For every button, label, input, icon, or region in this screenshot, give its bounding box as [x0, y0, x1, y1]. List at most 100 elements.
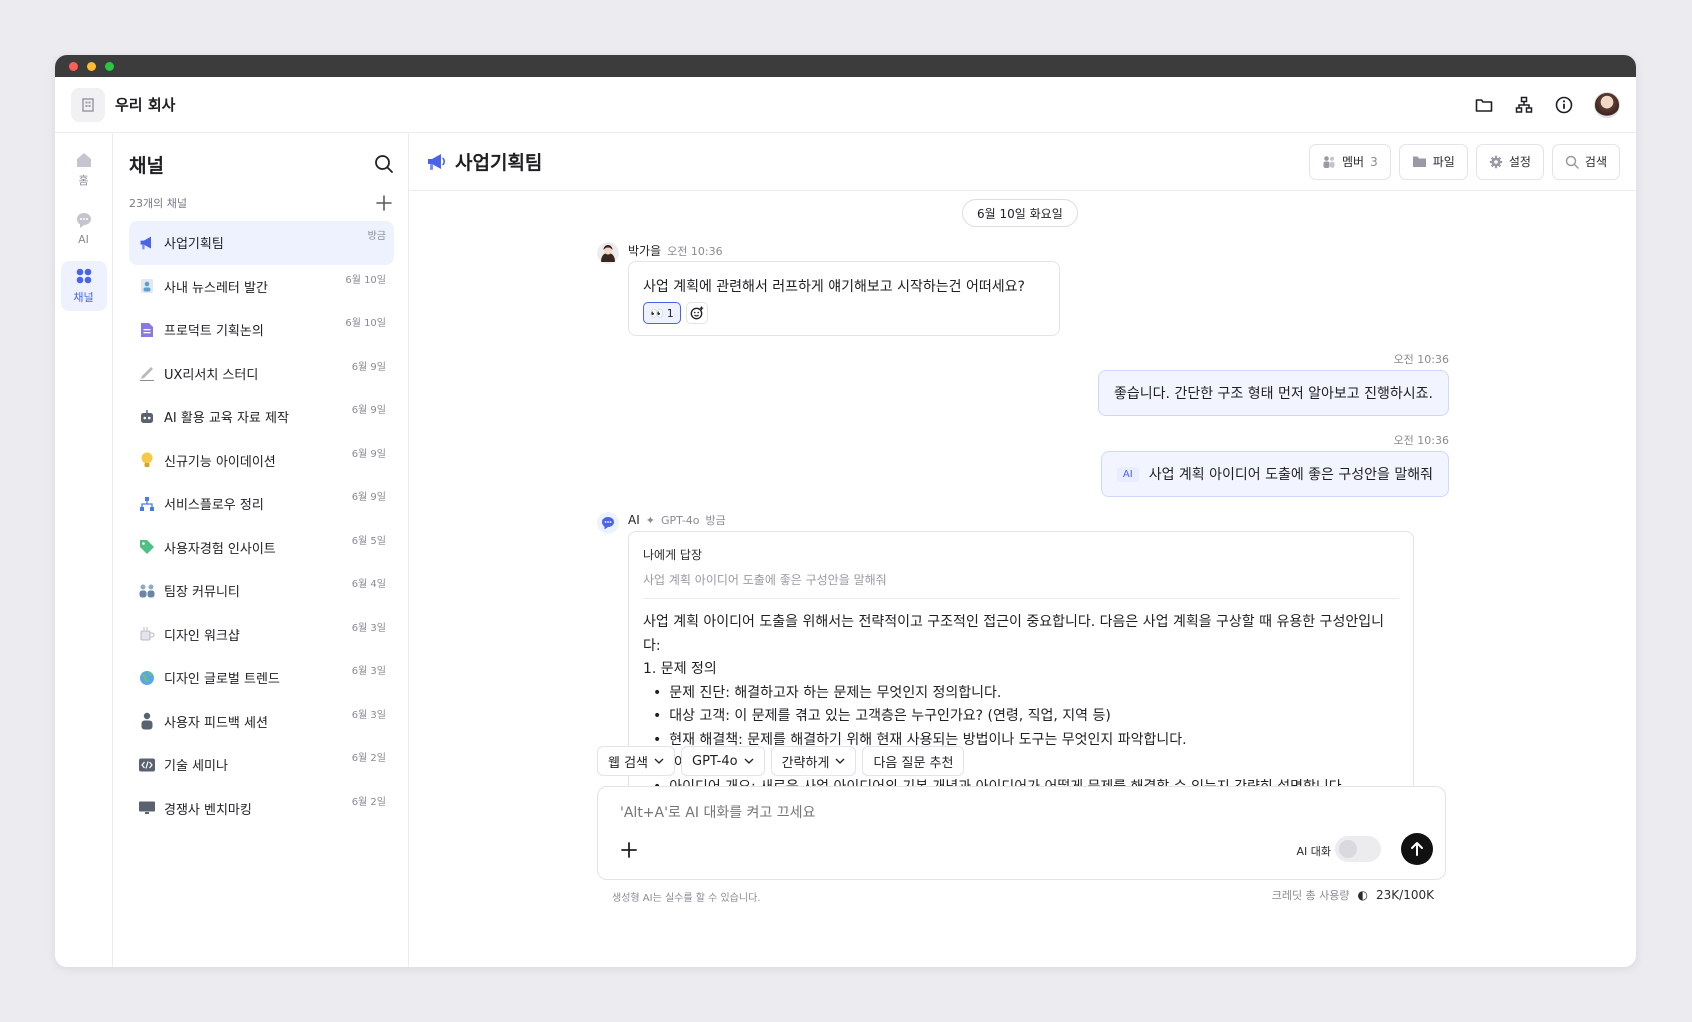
- message-text: 사업 계획 아이디어 도출에 좋은 구성안을 말해줘: [1148, 467, 1433, 483]
- channel-name: 기술 세미나: [164, 759, 228, 775]
- channel-date: 6월 9일: [351, 492, 386, 503]
- date-divider: 6월 10일 화요일: [962, 199, 1078, 227]
- ai-chat-toggle[interactable]: [1335, 836, 1381, 862]
- person-icon: [138, 712, 156, 730]
- sender-name: 박가을: [628, 244, 662, 258]
- message-text: 좋습니다. 간단한 구조 형태 먼저 알아보고 진행하시죠.: [1114, 386, 1433, 402]
- search-button[interactable]: 검색: [1551, 143, 1620, 180]
- channel-item[interactable]: 프로덕트 기획논의 6월 10일: [129, 308, 394, 352]
- channel-name: 디자인 글로벌 트렌드: [164, 672, 280, 688]
- channel-name: 신규기능 아이데이션: [164, 454, 276, 470]
- chevron-down-icon: [744, 758, 754, 764]
- info-icon[interactable]: [1554, 95, 1574, 115]
- ai-badge: AI: [1116, 466, 1139, 482]
- channel-list: 사업기획팀 방금 사내 뉴스레터 발간 6월 10일 프로덕트 기획논의 6월 10일 UX…: [129, 221, 394, 830]
- sender-avatar[interactable]: [597, 242, 619, 264]
- reply-quote: 사업 계획 아이디어 도출에 좋은 구성안을 말해줘: [643, 571, 1399, 599]
- composer-toolbar: 웹 검색 GPT-4o 간략하게 다음 질문 추천: [597, 746, 965, 776]
- channel-date: 6월 10일: [345, 318, 386, 329]
- message-bubble: 사업 계획에 관련해서 러프하게 얘기해보고 시작하는건 어떠세요? 👀 1: [628, 261, 1060, 336]
- files-button[interactable]: 파일: [1398, 143, 1468, 180]
- channel-item[interactable]: UX리서치 스터디 6월 9일: [129, 352, 394, 396]
- send-button[interactable]: [1401, 833, 1433, 865]
- channel-item[interactable]: 디자인 워크샵 6월 3일: [129, 613, 394, 657]
- sparkle-icon: ✦: [645, 513, 655, 527]
- folder-icon[interactable]: [1474, 95, 1494, 115]
- ai-bullet: 대상 고객: 이 문제를 겪고 있는 고객층은 누구인가요? (연령, 직업, …: [653, 705, 1399, 729]
- chevron-down-icon: [654, 758, 664, 764]
- grid-dots-icon: [76, 268, 91, 284]
- channel-item[interactable]: 팀장 커뮤니티 6월 4일: [129, 569, 394, 613]
- model-dropdown[interactable]: GPT-4o: [681, 746, 765, 776]
- length-dropdown[interactable]: 간략하게: [770, 746, 857, 776]
- message-outgoing-ai-prompt: AI 사업 계획 아이디어 도출에 좋은 구성안을 말해줘: [1100, 451, 1449, 497]
- reply-label: 나에게 답장: [643, 548, 703, 562]
- channel-name: 서비스플로우 정리: [164, 498, 264, 514]
- channel-item[interactable]: 신규기능 아이데이션 6월 9일: [129, 439, 394, 483]
- reaction-count: 1: [666, 306, 674, 320]
- message-time: 오전 10:36: [667, 244, 723, 258]
- channel-item[interactable]: 디자인 글로벌 트렌드 6월 3일: [129, 656, 394, 700]
- channel-name: UX리서치 스터디: [164, 367, 259, 383]
- close-window-button[interactable]: [69, 61, 78, 71]
- rail-item-ai[interactable]: AI: [61, 203, 107, 253]
- suggest-next-question-button[interactable]: 다음 질문 추천: [862, 746, 965, 776]
- sender-name: AI: [628, 513, 640, 527]
- members-button[interactable]: 멤버 3: [1308, 143, 1391, 180]
- channel-item[interactable]: 사용자 피드백 세션 6월 3일: [129, 700, 394, 744]
- message-time: 오전 10:36: [1393, 353, 1449, 366]
- channel-date: 6월 9일: [351, 361, 386, 373]
- web-search-dropdown[interactable]: 웹 검색: [597, 746, 676, 776]
- channel-item[interactable]: 서비스플로우 정리 6월 9일: [129, 482, 394, 526]
- ai-bullet: 문제 진단: 해결하고자 하는 문제는 무엇인지 정의합니다.: [653, 682, 1399, 706]
- user-avatar[interactable]: [1594, 91, 1620, 118]
- ai-intro: 사업 계획 아이디어 도출을 위해서는 전략적이고 구조적인 접근이 중요합니다…: [643, 614, 1384, 654]
- model-label: GPT-4o: [692, 753, 738, 769]
- settings-button[interactable]: 설정: [1475, 143, 1544, 180]
- channel-date: 6월 3일: [351, 622, 386, 634]
- chevron-down-icon: [835, 758, 845, 764]
- add-channel-icon[interactable]: [374, 193, 394, 213]
- channel-item[interactable]: 사업기획팀 방금: [129, 221, 394, 265]
- channel-name: 사업기획팀: [164, 237, 224, 253]
- channel-date: 6월 9일: [351, 405, 386, 416]
- ai-disclaimer: 생성형 AI는 실수를 할 수 있습니다.: [612, 893, 761, 904]
- arrow-up-icon: [1411, 842, 1423, 856]
- minimize-window-button[interactable]: [87, 61, 96, 71]
- credits-value: 23K/100K: [1376, 888, 1434, 902]
- channel-name: 경쟁사 벤치마킹: [164, 802, 252, 818]
- maximize-window-button[interactable]: [105, 61, 114, 71]
- tag-icon: [138, 538, 156, 556]
- channel-date: 6월 10일: [345, 274, 386, 286]
- channel-item[interactable]: 사내 뉴스레터 발간 6월 10일: [129, 265, 394, 309]
- chat-bubble-icon: [76, 212, 91, 228]
- channel-item[interactable]: 사용자경험 인사이트 6월 5일: [129, 526, 394, 570]
- org-chart-icon[interactable]: [1514, 95, 1534, 115]
- lightbulb-icon: [138, 451, 156, 469]
- plus-icon[interactable]: [618, 839, 640, 861]
- credit-icon: ◐: [1357, 888, 1369, 902]
- add-reaction-button[interactable]: [685, 302, 708, 324]
- rail-item-home[interactable]: 홈: [61, 145, 107, 195]
- building-icon: [82, 97, 94, 112]
- document-icon: [138, 321, 156, 339]
- people-icon: [138, 582, 156, 600]
- channel-item[interactable]: 경쟁사 벤치마킹 6월 2일: [129, 787, 394, 831]
- globe-icon: [138, 669, 156, 687]
- gear-icon: [1489, 155, 1503, 168]
- channel-sidebar-title: 채널: [129, 154, 164, 177]
- workspace-logo[interactable]: [71, 87, 105, 122]
- channel-item[interactable]: AI 활용 교육 자료 제작 6월 9일: [129, 395, 394, 439]
- reaction-chip[interactable]: 👀 1: [643, 302, 681, 324]
- rail-item-label: AI: [78, 232, 89, 246]
- message-text: 사업 계획에 관련해서 러프하게 얘기해보고 시작하는건 어떠세요?: [643, 279, 1025, 295]
- message-input[interactable]: [620, 805, 1220, 821]
- message-outgoing: 좋습니다. 간단한 구조 형태 먼저 알아보고 진행하시죠.: [1098, 370, 1449, 416]
- files-label: 파일: [1432, 155, 1455, 169]
- search-icon[interactable]: [374, 154, 394, 174]
- rail-item-channels[interactable]: 채널: [60, 261, 107, 311]
- channel-item[interactable]: 기술 세미나 6월 2일: [129, 743, 394, 787]
- workspace-name: 우리 회사: [115, 96, 176, 114]
- message-time: 방금: [705, 514, 726, 527]
- channel-count: 23개의 채널: [129, 197, 187, 210]
